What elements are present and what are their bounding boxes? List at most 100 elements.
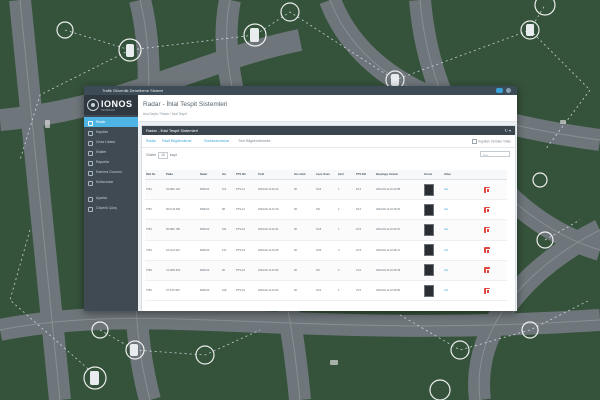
table-row[interactable]: 3756 07 STU 987 RDR-03 109 PTS-16 2019-0… — [145, 280, 507, 302]
table-row[interactable]: 3752 06 KLM 456 RDR-01 98 PTS-14 2019-06… — [145, 199, 507, 221]
notification-icon[interactable] — [496, 88, 503, 93]
vehicle-photo-thumbnail[interactable] — [424, 244, 434, 257]
cell-radar: RDR-01 — [199, 179, 221, 201]
cell-image[interactable] — [423, 199, 443, 221]
reload-records-toggle[interactable]: Kayıtları Yeniden Yükle — [472, 139, 511, 144]
brand-logo: IONOS TEKNOLOJİ — [84, 95, 138, 115]
cell-excess: %24 — [315, 179, 337, 201]
cell-radar: RDR-03 — [199, 280, 221, 302]
column-header[interactable]: Radar — [199, 170, 221, 180]
tab-passive[interactable]: Pasif Bilgilendirme — [162, 139, 192, 143]
cell-radar: RDR-02 — [199, 219, 221, 241]
delete-icon[interactable] — [484, 267, 490, 274]
delete-icon[interactable] — [484, 186, 490, 194]
breadcrumb[interactable]: Ana Sayfa / Radar / İhlal Tespit — [143, 112, 187, 116]
vehicle-photo-thumbnail[interactable] — [424, 203, 434, 216]
table-row[interactable]: 3755 41 NPR 654 RDR-03 96 PTS-16 2019-06… — [145, 260, 507, 281]
search-input[interactable]: Ara... — [480, 151, 510, 157]
column-header[interactable]: Hız Limiti — [293, 170, 315, 180]
page-title: Radar - İhlal Tespit Sistemleri — [143, 101, 228, 108]
cell-speed: 112 — [221, 179, 235, 201]
cell-image[interactable] — [423, 280, 443, 302]
watch-video-link[interactable]: İzle — [444, 269, 448, 272]
column-header[interactable]: Video — [443, 170, 483, 180]
logout-icon — [88, 206, 93, 212]
page-length-select[interactable]: 10 — [158, 152, 168, 159]
delete-icon[interactable] — [484, 206, 490, 214]
column-header[interactable]: Tarih — [257, 170, 293, 180]
cell-km: 18,2 — [355, 199, 375, 221]
sidebar-item-users[interactable]: Kullanıcılar — [84, 177, 138, 187]
watch-video-link[interactable]: İzle — [444, 249, 448, 252]
sidebar-item-camera-status[interactable]: Kamera Durumu — [84, 167, 138, 177]
cell-image[interactable] — [423, 219, 443, 241]
sidebar-item-records[interactable]: Kayıtlar — [84, 127, 138, 137]
watch-video-link[interactable]: İzle — [444, 228, 448, 231]
violations-table: İhlal No Plaka Radar Hız PTS NO Tarih Hı… — [145, 170, 507, 302]
sidebar-item-settings[interactable]: Ayarlar — [84, 193, 138, 203]
cell-date: 2019-06-12 10:30 — [257, 260, 293, 281]
watch-video-link[interactable]: İzle — [444, 289, 448, 292]
vehicle-photo-thumbnail[interactable] — [424, 284, 434, 297]
cell-plate: 16 GHJ 321 — [165, 240, 199, 261]
vehicle-photo-thumbnail[interactable] — [424, 264, 434, 277]
window-title: Trafik Güvenlik Denetleme Sistemi — [102, 88, 164, 93]
cell-speed: 104 — [221, 219, 235, 241]
column-header[interactable]: PTS NO — [235, 170, 257, 180]
delete-icon[interactable] — [484, 247, 490, 254]
watch-video-link[interactable]: İzle — [444, 188, 448, 191]
radar-icon — [88, 120, 93, 126]
cell-image[interactable] — [423, 260, 443, 281]
sidebar-item-radar[interactable]: Radar — [84, 117, 138, 127]
vehicle-photo-thumbnail[interactable] — [424, 183, 434, 196]
column-header[interactable]: PTS KM — [355, 170, 375, 180]
cell-lane: 2 — [337, 260, 355, 281]
violations-panel: Radar - İhlal Tespit Sistemleri ↻ ▾ Rada… — [141, 125, 516, 311]
column-header[interactable]: Şerit — [337, 170, 355, 180]
column-header[interactable]: Hız — [221, 170, 235, 180]
column-header[interactable]: Başlangıç Zamanı — [375, 170, 423, 180]
delete-icon[interactable] — [484, 287, 490, 295]
tab-closed[interactable]: Sonlandırılanlar — [204, 139, 229, 143]
cell-start: 2019-06-12 10:33:50 — [375, 280, 423, 302]
sidebar-item-reports[interactable]: Raporlar — [84, 157, 138, 167]
sidebar-item-violations[interactable]: İhlaller — [84, 147, 138, 157]
table-header-row: İhlal No Plaka Radar Hız PTS NO Tarih Hı… — [145, 170, 507, 180]
sidebar-item-logout[interactable]: Güvenli Çıkış — [84, 203, 138, 213]
tab-all[interactable]: Tüm Bilgilendirmeler — [238, 139, 271, 143]
page-header: Radar - İhlal Tespit Sistemleri Ana Sayf… — [138, 95, 517, 122]
cell-video: İzle — [443, 199, 483, 221]
cell-speed: 98 — [221, 199, 235, 221]
vehicle-photo-thumbnail[interactable] — [424, 223, 434, 236]
sidebar-item-fines[interactable]: Ceza Listesi — [84, 137, 138, 147]
table-row[interactable]: 3754 16 GHJ 321 RDR-02 121 PTS-15 2019-0… — [145, 240, 507, 261]
cell-lane: 1 — [337, 179, 355, 201]
cell-km: 27,0 — [355, 280, 375, 302]
cell-image[interactable] — [423, 179, 443, 201]
column-header[interactable]: Aşım Oranı — [315, 170, 337, 180]
cell-id: 3755 — [145, 260, 165, 281]
cell-plate: 41 NPR 654 — [165, 260, 199, 281]
column-header[interactable]: İhlal No — [145, 170, 165, 180]
gear-icon — [88, 196, 93, 202]
column-header[interactable]: Görsel — [423, 170, 443, 180]
table-row[interactable]: 3753 35 DEF 789 RDR-02 104 PTS-15 2019-0… — [145, 219, 507, 241]
cell-radar: RDR-03 — [199, 260, 221, 281]
panel-tabs: Radar Pasif Bilgilendirme Sonlandırılanl… — [142, 135, 515, 148]
cell-km: 22,5 — [355, 240, 375, 261]
column-header — [483, 170, 507, 180]
cell-plate: 06 KLM 456 — [165, 199, 199, 221]
tab-radar[interactable]: Radar — [146, 139, 156, 143]
panel-controls[interactable]: ↻ ▾ — [505, 126, 511, 135]
column-header[interactable]: Plaka — [165, 170, 199, 180]
delete-icon[interactable] — [484, 226, 490, 234]
sidebar-nav: Radar Kayıtlar Ceza Listesi İhlaller Rap… — [84, 115, 138, 213]
watch-video-link[interactable]: İzle — [444, 208, 448, 211]
cell-id: 3754 — [145, 240, 165, 261]
user-avatar-icon[interactable] — [506, 88, 511, 93]
cell-image[interactable] — [423, 240, 443, 261]
cell-pts: PTS-15 — [235, 219, 257, 241]
document-icon — [88, 140, 93, 146]
table-row[interactable]: 3751 34 ABC 123 RDR-01 112 PTS-14 2019-0… — [145, 179, 507, 201]
cell-plate: 07 STU 987 — [165, 280, 199, 302]
